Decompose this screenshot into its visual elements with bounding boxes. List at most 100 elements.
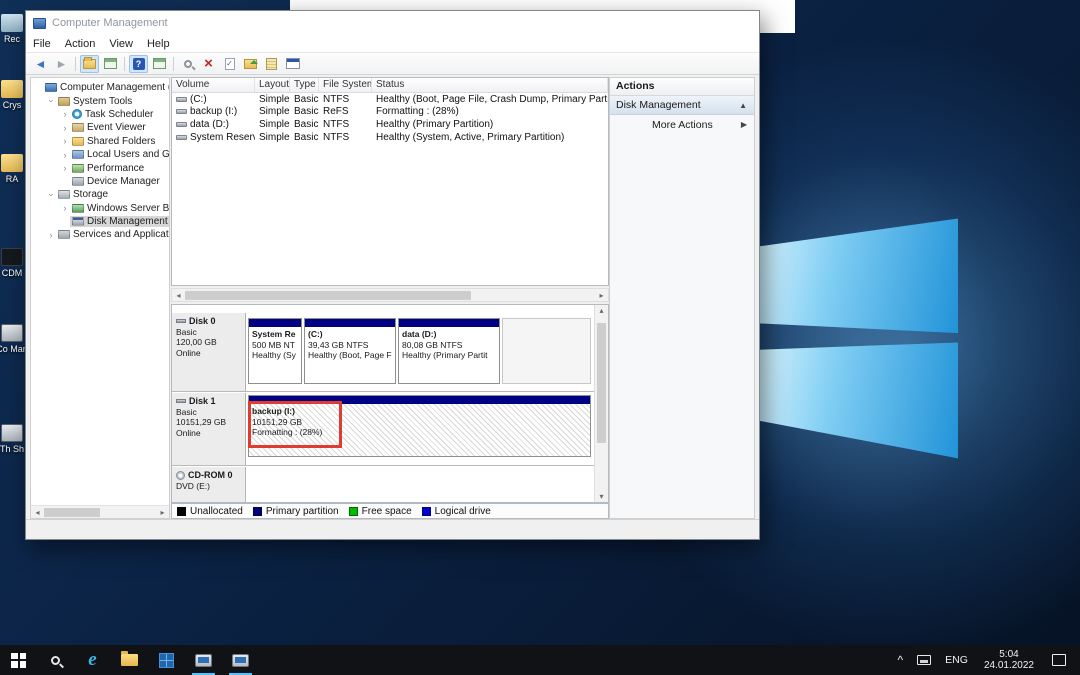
- disk-status: Online: [176, 347, 201, 358]
- windows-server-backup-icon: [72, 203, 84, 213]
- scrollbar-thumb[interactable]: [185, 290, 471, 300]
- server-manager-button[interactable]: [148, 645, 185, 675]
- desktop: Rec Crys RA CDM Co Man Th Sh Computer Ma…: [0, 0, 1080, 675]
- more-actions[interactable]: More Actions ▶: [610, 115, 754, 134]
- column-header[interactable]: Volume: [172, 78, 255, 92]
- volume-cell: System Reserved: [172, 132, 255, 143]
- console-window-icon[interactable]: [101, 55, 120, 73]
- menu-file[interactable]: File: [26, 38, 58, 50]
- tree-item-task-scheduler[interactable]: Task Scheduler: [31, 108, 169, 121]
- legend-logical-drive: Logical drive: [421, 506, 491, 517]
- search-button[interactable]: [37, 645, 74, 675]
- column-header[interactable]: Status: [372, 78, 608, 92]
- volume-name: backup (I:): [190, 106, 238, 118]
- table-row[interactable]: backup (I:) Simple Basic ReFS Formatting…: [172, 106, 608, 119]
- tree-item-device-manager[interactable]: Device Manager: [31, 175, 169, 188]
- tool-icon[interactable]: [178, 55, 197, 73]
- language-indicator[interactable]: ENG: [937, 654, 976, 666]
- computer-management-taskbar-button[interactable]: [185, 645, 222, 675]
- tile-icon: [159, 652, 174, 668]
- scroll-right-icon[interactable]: ▸: [156, 508, 169, 517]
- tree-item-local-users-groups[interactable]: Local Users and Groups: [31, 148, 169, 161]
- disk-tool-icon: [232, 653, 249, 667]
- menu-help[interactable]: Help: [140, 38, 177, 50]
- type-cell: Basic: [294, 93, 319, 105]
- scrollbar-thumb[interactable]: [44, 507, 100, 517]
- help-icon[interactable]: [129, 54, 148, 73]
- scroll-down-icon[interactable]: ▾: [595, 492, 608, 501]
- volume-cell: (C:): [172, 94, 255, 105]
- menu-action[interactable]: Action: [58, 38, 103, 50]
- tree-item-system-tools[interactable]: System Tools: [31, 94, 169, 107]
- tree-item-services-applications[interactable]: Services and Applications: [31, 228, 169, 241]
- title-bar[interactable]: Computer Management: [26, 11, 759, 35]
- disk-tool-taskbar-button[interactable]: [222, 645, 259, 675]
- chevron-right-icon[interactable]: [60, 150, 70, 160]
- console-window2-icon[interactable]: [150, 55, 169, 73]
- show-console-tree-icon[interactable]: [80, 54, 99, 73]
- scroll-right-icon[interactable]: ▸: [595, 291, 608, 300]
- users-icon: [72, 150, 84, 160]
- cdrom-label[interactable]: CD-ROM 0 DVD (E:) No Media: [172, 467, 246, 502]
- column-header[interactable]: Layout: [255, 78, 290, 92]
- notebook-icon[interactable]: [262, 55, 281, 73]
- drive-icon: [176, 134, 187, 140]
- tree-item-storage[interactable]: Storage: [31, 188, 169, 201]
- console-properties-icon[interactable]: [283, 55, 302, 73]
- tree-item-computer-management[interactable]: Computer Management (Local: [31, 81, 169, 94]
- open-folder-icon[interactable]: [241, 55, 260, 73]
- chevron-down-icon[interactable]: [46, 190, 56, 200]
- volume-cell: backup (I:): [172, 106, 255, 117]
- chevron-right-icon[interactable]: [60, 136, 70, 146]
- chevron-right-icon[interactable]: [60, 203, 70, 213]
- forward-icon[interactable]: [52, 55, 71, 73]
- action-center-icon[interactable]: [1052, 654, 1066, 666]
- back-icon[interactable]: [31, 55, 50, 73]
- internet-explorer-button[interactable]: [74, 645, 111, 675]
- shared-folders-icon: [72, 136, 84, 146]
- scroll-up-icon[interactable]: ▴: [595, 306, 608, 315]
- disk1-label[interactable]: Disk 1 Basic 10151,29 GB Online: [172, 393, 246, 465]
- hidden-icons-chevron-icon[interactable]: [890, 653, 912, 667]
- partition-system-reserved[interactable]: System Re 500 MB NT Healthy (Sy: [248, 318, 302, 384]
- actions-group-label: Disk Management: [616, 99, 701, 111]
- tree-horizontal-scrollbar[interactable]: ◂ ▸: [31, 505, 169, 518]
- delete-volume-icon[interactable]: [199, 55, 218, 73]
- collapse-icon[interactable]: ▲: [739, 101, 747, 110]
- center-horizontal-scrollbar[interactable]: ◂ ▸: [171, 288, 609, 302]
- file-explorer-button[interactable]: [111, 645, 148, 675]
- scrollbar-thumb[interactable]: [597, 323, 606, 443]
- start-button[interactable]: [0, 645, 37, 675]
- disk0-label[interactable]: Disk 0 Basic 120,00 GB Online: [172, 313, 246, 391]
- column-header[interactable]: Type: [290, 78, 319, 92]
- scroll-left-icon[interactable]: ◂: [172, 291, 185, 300]
- check-document-icon[interactable]: [220, 55, 239, 73]
- actions-disk-management[interactable]: Disk Management ▲: [610, 96, 754, 115]
- tree-item-performance[interactable]: Performance: [31, 161, 169, 174]
- tree-item-event-viewer[interactable]: Event Viewer: [31, 121, 169, 134]
- disk-vertical-scrollbar[interactable]: ▴ ▾: [594, 305, 608, 502]
- chevron-right-icon[interactable]: [60, 109, 70, 119]
- status-cell: Healthy (Primary Partition): [376, 118, 494, 130]
- internet-explorer-icon: [88, 652, 96, 668]
- chevron-right-icon[interactable]: [60, 163, 70, 173]
- table-row[interactable]: System Reserved Simple Basic NTFS Health…: [172, 131, 608, 144]
- chevron-down-icon[interactable]: [46, 96, 56, 106]
- chevron-right-icon[interactable]: [46, 230, 56, 240]
- toolbar-separator: [124, 56, 125, 71]
- table-row[interactable]: data (D:) Simple Basic NTFS Healthy (Pri…: [172, 118, 608, 131]
- network-icon[interactable]: [917, 655, 932, 665]
- scroll-left-icon[interactable]: ◂: [31, 508, 44, 517]
- tree-item-shared-folders[interactable]: Shared Folders: [31, 135, 169, 148]
- column-header[interactable]: File System: [319, 78, 372, 92]
- chevron-right-icon[interactable]: [60, 123, 70, 133]
- table-row[interactable]: (C:) Simple Basic NTFS Healthy (Boot, Pa…: [172, 93, 608, 106]
- tree-item-disk-management[interactable]: Disk Management: [31, 215, 169, 228]
- tree-item-windows-server-backup[interactable]: Windows Server Backup: [31, 202, 169, 215]
- clock[interactable]: 5:04 24.01.2022: [976, 649, 1042, 671]
- menu-view[interactable]: View: [102, 38, 140, 50]
- desktop-icon-label: Crys: [2, 100, 22, 110]
- disk0-empty-space[interactable]: [502, 318, 591, 384]
- partition-c[interactable]: (C:) 39,43 GB NTFS Healthy (Boot, Page F: [304, 318, 396, 384]
- partition-data[interactable]: data (D:) 80,08 GB NTFS Healthy (Primary…: [398, 318, 500, 384]
